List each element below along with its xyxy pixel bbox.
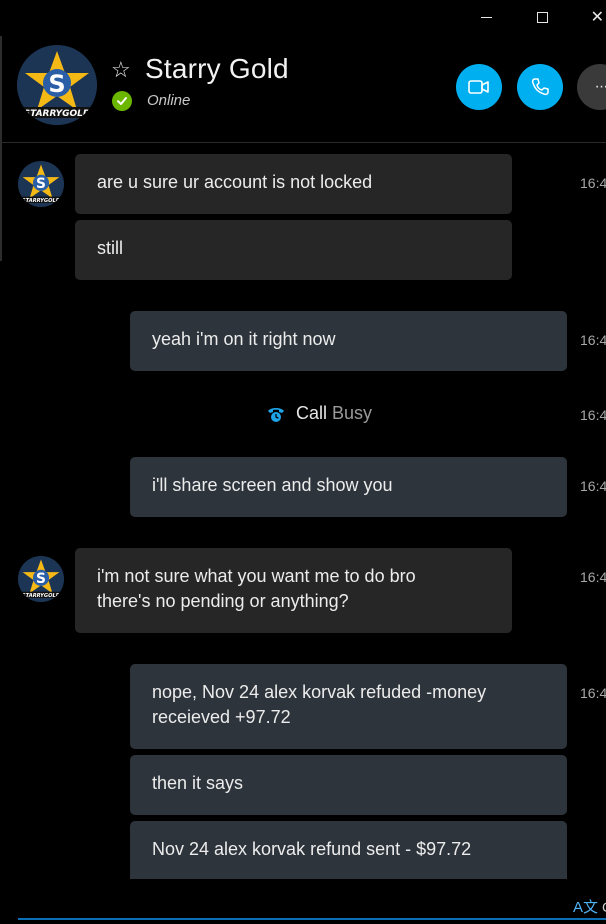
minimize-icon (480, 16, 492, 18)
message-timestamp: 16:4 (580, 478, 606, 494)
message-text: i'll share screen and show you (152, 475, 393, 495)
message-text: nope, Nov 24 alex korvak refuded -money … (152, 682, 487, 727)
svg-text:S: S (36, 571, 46, 587)
message-text: then it says (152, 773, 244, 793)
translate-icon: A文 (573, 899, 599, 916)
video-camera-icon (468, 80, 489, 94)
audio-call-button[interactable] (517, 64, 563, 110)
online-status-icon (112, 91, 132, 111)
starry-gold-logo: S STARRYGOLD (18, 556, 64, 602)
message-bubble-incoming[interactable]: still (75, 220, 512, 280)
call-label: Call (296, 403, 328, 423)
favorite-star-icon[interactable]: ☆ (111, 59, 131, 81)
more-options-button[interactable]: ··· (577, 64, 606, 110)
maximize-button[interactable] (514, 0, 570, 34)
minimize-button[interactable] (458, 0, 514, 34)
more-options-icon: ··· (594, 78, 606, 95)
close-icon: ✕ (590, 9, 604, 26)
message-bubble-outgoing[interactable]: Nov 24 alex korvak refund sent - $97.72 (130, 821, 567, 879)
contact-name[interactable]: Starry Gold (145, 53, 289, 85)
message-timestamp: 16:4 (580, 175, 606, 191)
message-bubble-outgoing[interactable]: nope, Nov 24 alex korvak refuded -money … (130, 664, 567, 749)
message-text: are u sure ur account is not locked (97, 172, 373, 192)
message-timestamp: 16:4 (580, 685, 606, 701)
presence-status: Online (147, 92, 191, 109)
message-text: i'm not sure what you want me to do bro … (97, 566, 416, 611)
compose-focus-line (18, 918, 606, 920)
message-bubble-outgoing[interactable]: then it says (130, 755, 567, 815)
message-timestamp: 16:4 (580, 332, 606, 348)
video-call-button[interactable] (456, 64, 502, 110)
translate-button[interactable]: A文 C (573, 896, 606, 917)
message-text: yeah i'm on it right now (152, 329, 336, 349)
message-text: Nov 24 alex korvak refund sent - $97.72 (152, 839, 472, 859)
contact-avatar[interactable]: S STARRYGOLD (17, 45, 97, 125)
svg-text:STARRYGOLD: STARRYGOLD (24, 109, 91, 119)
message-bubble-outgoing[interactable]: yeah i'm on it right now (130, 311, 567, 371)
svg-text:S: S (36, 176, 46, 192)
starry-gold-logo: S STARRYGOLD (17, 45, 97, 125)
translate-label: C (602, 899, 606, 915)
svg-text:STARRYGOLD: STARRYGOLD (22, 593, 61, 599)
message-bubble-outgoing[interactable]: i'll share screen and show you (130, 457, 567, 517)
maximize-icon (536, 11, 548, 23)
sender-avatar[interactable]: S STARRYGOLD (18, 161, 64, 207)
window-controls: ✕ (458, 0, 606, 34)
close-button[interactable]: ✕ (570, 0, 606, 34)
phone-icon (531, 78, 549, 96)
message-text: still (97, 238, 123, 258)
chat-window: ✕ S STARRYGOLD ☆ Starry Gold Online ·· S… (0, 0, 606, 924)
message-bubble-incoming[interactable]: i'm not sure what you want me to do bro … (75, 548, 512, 633)
call-event: Call Busy (266, 403, 372, 424)
message-timestamp: 16:4 (580, 569, 606, 585)
message-bubble-incoming[interactable]: are u sure ur account is not locked (75, 154, 512, 214)
call-timestamp: 16:4 (580, 407, 606, 423)
svg-text:S: S (48, 70, 65, 98)
sender-avatar[interactable]: S STARRYGOLD (18, 556, 64, 602)
starry-gold-logo: S STARRYGOLD (18, 161, 64, 207)
call-status: Busy (332, 403, 373, 423)
phone-clock-icon (268, 407, 284, 422)
svg-text:STARRYGOLD: STARRYGOLD (22, 198, 61, 204)
conversation-header: S STARRYGOLD ☆ Starry Gold Online ··· (0, 36, 606, 143)
